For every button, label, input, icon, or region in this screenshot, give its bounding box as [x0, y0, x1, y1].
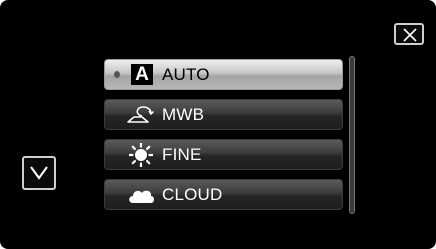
menu-item-mwb[interactable]: MWB: [104, 99, 343, 130]
menu-item-label: MWB: [162, 105, 205, 124]
chevron-down-icon: [30, 166, 48, 180]
cloud-icon: [129, 190, 154, 203]
scroll-down-button[interactable]: [22, 156, 56, 190]
menu-item-label: CLOUD: [162, 185, 223, 204]
menu-item-cloud[interactable]: CLOUD: [104, 179, 343, 210]
white-balance-screen: A AUTO MWB FINE CLOUD: [0, 0, 436, 249]
menu-item-label: AUTO: [162, 65, 210, 84]
menu-item-fine[interactable]: FINE: [104, 139, 343, 170]
close-x-icon: [403, 28, 417, 42]
close-button[interactable]: [394, 23, 424, 45]
manual-white-balance-icon: [127, 106, 155, 123]
menu-item-label: FINE: [162, 145, 202, 164]
sun-icon: [129, 143, 153, 167]
scrollbar[interactable]: [349, 56, 355, 214]
selection-indicator: [114, 71, 120, 78]
auto-a-icon: A: [131, 64, 153, 85]
menu-item-auto[interactable]: A AUTO: [104, 59, 343, 90]
